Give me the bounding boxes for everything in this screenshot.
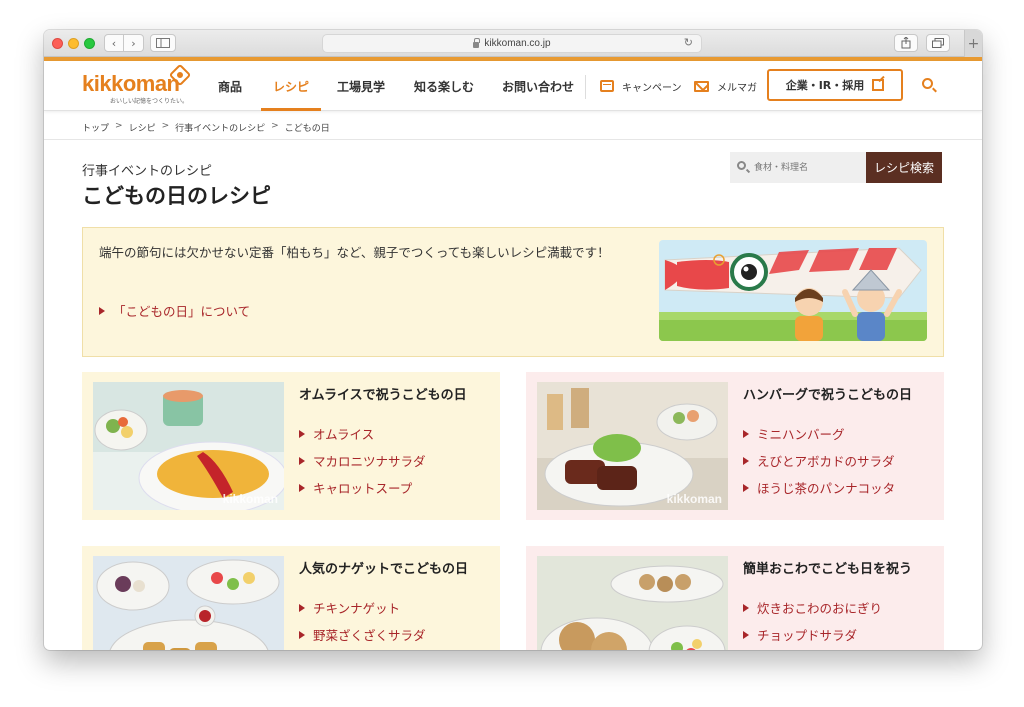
breadcrumb-separator: > [115, 121, 123, 131]
nav-item-factory-tour[interactable]: 工場見学 [337, 61, 385, 111]
nav-item-products[interactable]: 商品 [218, 61, 242, 111]
card-title[interactable]: オムライスで祝うこどもの日 [299, 384, 467, 403]
triangle-right-icon [299, 483, 305, 492]
recipe-card-omurice[interactable]: kikkoman オムライスで祝うこどもの日 オムライス マカロニツナサラダ キ… [82, 372, 500, 520]
recipe-link-macaroni-tuna-salad[interactable]: マカロニツナサラダ [299, 447, 426, 474]
search-icon[interactable] [922, 78, 933, 89]
lock-icon [473, 37, 481, 48]
triangle-right-icon [299, 630, 305, 639]
show-tabs-button[interactable] [926, 34, 950, 52]
recipe-link-hojicha-panna-cotta[interactable]: ほうじ茶のパンナコッタ [743, 474, 895, 501]
sidebar-icon [156, 38, 170, 48]
breadcrumb: トップ > レシピ > 行事イベントのレシピ > こどもの日 [82, 121, 330, 134]
nugget-photo[interactable] [93, 556, 284, 650]
recipe-list: チキンナゲット 野菜ざくざくサラダ [299, 594, 426, 648]
page-subtitle: 行事イベントのレシピ [82, 164, 213, 179]
calendar-icon [600, 80, 614, 92]
recipe-link-chopped-salad[interactable]: チョップドサラダ [743, 621, 882, 648]
mail-icon [694, 80, 709, 92]
card-title[interactable]: ハンバーグで祝うこどもの日 [743, 384, 912, 403]
new-tab-button[interactable]: + [964, 30, 982, 57]
recipe-search-input[interactable] [730, 152, 867, 183]
triangle-right-icon [743, 483, 749, 492]
recipe-card-hamburg[interactable]: kikkoman ハンバーグで祝うこどもの日 ミニハンバーグ えびとアボカドのサ… [526, 372, 944, 520]
chevron-left-icon: ‹ [111, 36, 117, 50]
breadcrumb-separator: > [271, 121, 279, 131]
search-input-icon [737, 161, 746, 170]
intro-text: 端午の節句には欠かせない定番「柏もち」など、親子でつくっても楽しいレシピ満載です… [99, 245, 610, 260]
okowa-photo[interactable] [537, 556, 728, 650]
nav-divider [585, 75, 586, 99]
minimize-window-button[interactable] [68, 38, 79, 49]
triangle-right-icon [743, 630, 749, 639]
tabs-icon [932, 38, 944, 48]
nav-active-indicator [261, 108, 322, 111]
site-header: kikkoman おいしい記憶をつくりたい。 商品 レシピ 工場見学 知る楽しむ… [44, 61, 982, 111]
intro-banner: 端午の節句には欠かせない定番「柏もち」など、親子でつくっても楽しいレシピ満載です… [82, 227, 944, 357]
forward-button[interactable]: › [124, 34, 144, 52]
card-title[interactable]: 簡単おこわでこども日を祝う [743, 558, 912, 577]
recipe-card-okowa[interactable]: 簡単おこわでこども日を祝う 炊きおこわのおにぎり チョップドサラダ [526, 546, 944, 650]
zoom-window-button[interactable] [84, 38, 95, 49]
nav-item-contact[interactable]: お問い合わせ [502, 61, 574, 111]
breadcrumb-item-top[interactable]: トップ [82, 121, 109, 134]
kikkoman-watermark: kikkoman [222, 492, 278, 506]
kikkoman-logo[interactable]: kikkoman おいしい記憶をつくりたい。 [82, 63, 192, 105]
logo-tagline: おいしい記憶をつくりたい。 [110, 98, 189, 105]
recipe-link-mini-hamburg[interactable]: ミニハンバーグ [743, 420, 895, 447]
browser-window: ‹ › kikkoman.co.jp ↻ + kikkoman おいしい記憶をつ… [44, 30, 982, 650]
triangle-right-icon [299, 603, 305, 612]
recipe-list: オムライス マカロニツナサラダ キャロットスープ [299, 420, 426, 501]
recipe-card-nugget[interactable]: 人気のナゲットでこどもの日 チキンナゲット 野菜ざくざくサラダ [82, 546, 500, 650]
recipe-link-shrimp-avocado-salad[interactable]: えびとアボカドのサラダ [743, 447, 895, 474]
breadcrumb-item-current: こどもの日 [284, 124, 330, 134]
sidebar-toggle-button[interactable] [150, 34, 176, 52]
share-button[interactable] [894, 34, 918, 52]
reload-icon[interactable]: ↻ [684, 36, 693, 49]
recipe-link-carrot-soup[interactable]: キャロットスープ [299, 474, 426, 501]
browser-toolbar: ‹ › kikkoman.co.jp ↻ + [44, 30, 982, 57]
breadcrumb-separator: > [161, 121, 170, 131]
card-title[interactable]: 人気のナゲットでこどもの日 [299, 558, 468, 577]
hamburg-photo[interactable]: kikkoman [537, 382, 728, 510]
nav-item-campaign[interactable]: キャンペーン [600, 61, 682, 111]
nav-item-recipes[interactable]: レシピ [261, 61, 322, 111]
recipe-list: ミニハンバーグ えびとアボカドのサラダ ほうじ茶のパンナコッタ [743, 420, 895, 501]
triangle-right-icon [743, 456, 749, 465]
recipe-link-crunchy-vegetable-salad[interactable]: 野菜ざくざくサラダ [299, 621, 426, 648]
triangle-right-icon [299, 429, 305, 438]
triangle-right-icon [743, 603, 749, 612]
nav-item-newsletter[interactable]: メルマガ [694, 61, 757, 111]
about-kodomo-no-hi-link[interactable]: 「こどもの日」について [99, 301, 250, 320]
recipe-search-button[interactable]: レシピ検索 [866, 152, 942, 183]
share-icon [901, 37, 911, 49]
logo-wordmark: kikkoman [82, 71, 180, 96]
chevron-right-icon: › [131, 36, 136, 50]
back-button[interactable]: ‹ [104, 34, 124, 52]
breadcrumb-item-recipes[interactable]: レシピ [129, 121, 156, 134]
page-title: こどもの日のレシピ [82, 184, 271, 208]
recipe-list: 炊きおこわのおにぎり チョップドサラダ [743, 594, 882, 648]
recipe-link-omurice[interactable]: オムライス [299, 420, 426, 447]
external-link-icon [872, 79, 885, 91]
breadcrumb-item-event-recipes[interactable]: 行事イベントのレシピ [175, 121, 265, 134]
nav-item-learn-enjoy[interactable]: 知る楽しむ [414, 61, 474, 111]
koinobori-illustration [659, 240, 927, 341]
triangle-right-icon [299, 456, 305, 465]
breadcrumb-divider [44, 139, 982, 140]
triangle-right-icon [99, 306, 105, 315]
recipe-link-chicken-nugget[interactable]: チキンナゲット [299, 594, 426, 621]
close-window-button[interactable] [52, 38, 63, 49]
triangle-right-icon [743, 429, 749, 438]
recipe-link-okowa-onigiri[interactable]: 炊きおこわのおにぎり [743, 594, 882, 621]
omurice-photo[interactable]: kikkoman [93, 382, 284, 510]
corporate-ir-recruit-button[interactable]: 企業・IR・採用 [767, 69, 903, 101]
address-bar[interactable]: kikkoman.co.jp ↻ [322, 34, 702, 53]
kikkoman-watermark: kikkoman [666, 492, 722, 506]
address-url: kikkoman.co.jp [484, 38, 551, 49]
